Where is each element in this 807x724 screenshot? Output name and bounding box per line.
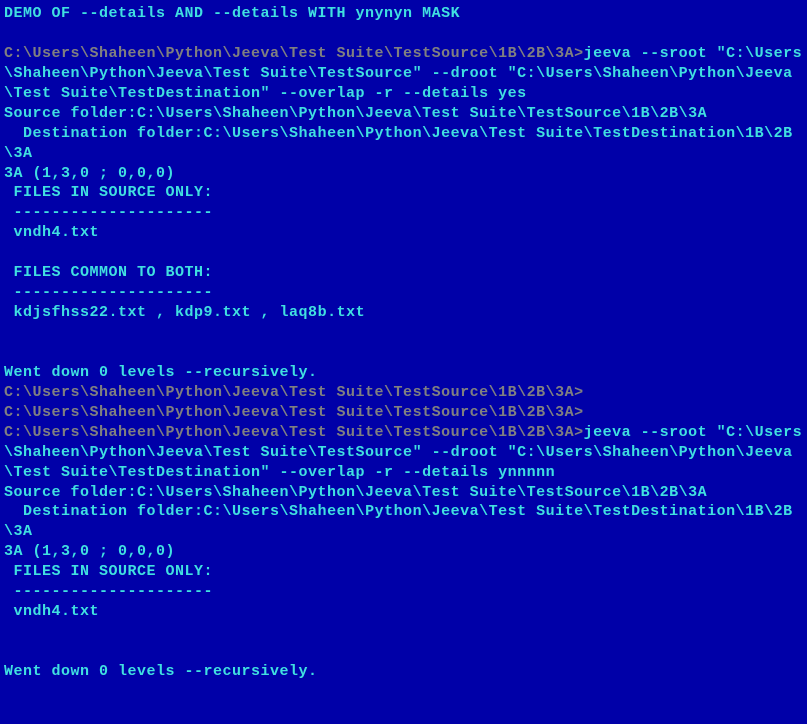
divider-line: --------------------- (4, 284, 213, 301)
command-prompt: C:\Users\Shaheen\Python\Jeeva\Test Suite… (4, 424, 584, 441)
divider-line: --------------------- (4, 204, 213, 221)
divider-line: --------------------- (4, 583, 213, 600)
terminal-output[interactable]: DEMO OF --details AND --details WITH yny… (4, 4, 803, 682)
command-prompt: C:\Users\Shaheen\Python\Jeeva\Test Suite… (4, 384, 584, 401)
demo-title: DEMO OF --details AND --details WITH yny… (4, 5, 460, 22)
source-only-files: vndh4.txt (4, 603, 99, 620)
recursion-status: Went down 0 levels --recursively. (4, 663, 318, 680)
command-prompt: C:\Users\Shaheen\Python\Jeeva\Test Suite… (4, 404, 584, 421)
command-prompt: C:\Users\Shaheen\Python\Jeeva\Test Suite… (4, 45, 584, 62)
recursion-status: Went down 0 levels --recursively. (4, 364, 318, 381)
files-source-only-header: FILES IN SOURCE ONLY: (4, 563, 213, 580)
common-files: kdjsfhss22.txt , kdp9.txt , laq8b.txt (4, 304, 365, 321)
destination-folder-line: Destination folder:C:\Users\Shaheen\Pyth… (4, 125, 793, 162)
stats-line: 3A (1,3,0 ; 0,0,0) (4, 543, 175, 560)
stats-line: 3A (1,3,0 ; 0,0,0) (4, 165, 175, 182)
source-folder-line: Source folder:C:\Users\Shaheen\Python\Je… (4, 484, 707, 501)
source-folder-line: Source folder:C:\Users\Shaheen\Python\Je… (4, 105, 707, 122)
destination-folder-line: Destination folder:C:\Users\Shaheen\Pyth… (4, 503, 793, 540)
source-only-files: vndh4.txt (4, 224, 99, 241)
files-common-header: FILES COMMON TO BOTH: (4, 264, 213, 281)
files-source-only-header: FILES IN SOURCE ONLY: (4, 184, 213, 201)
